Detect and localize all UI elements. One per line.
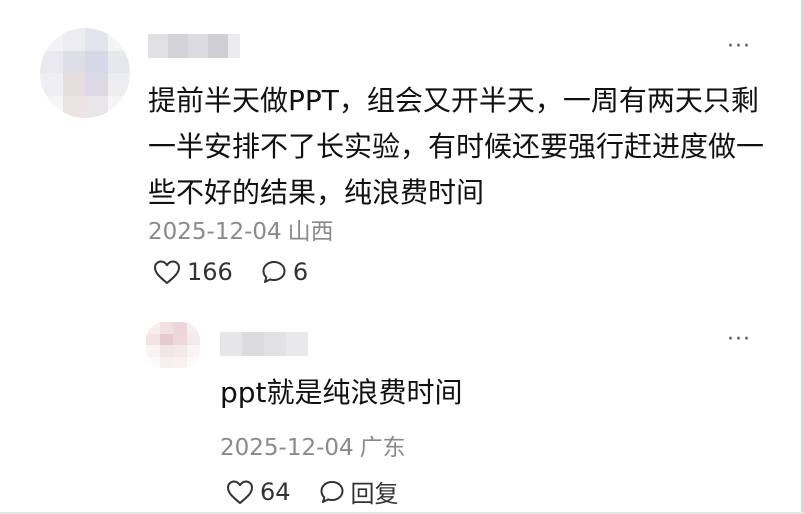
heart-outline-icon <box>227 480 253 504</box>
reply-actions: 64 回复 <box>226 474 399 509</box>
comment-meta: 2025-12-04 山西 <box>148 212 334 246</box>
comment-button[interactable]: 6 <box>261 258 308 286</box>
more-options-icon[interactable]: ··· <box>727 36 751 58</box>
comment-thread: ··· 提前半天做PPT，组会又开半天，一周有两天只剩一半安排不了长实验，有时候… <box>0 0 804 514</box>
comment-actions: 166 6 <box>153 258 308 286</box>
reply-date: 2025-12-04 <box>220 435 354 461</box>
reply-location: 广东 <box>359 435 406 461</box>
reply-like-button[interactable]: 64 <box>226 478 291 506</box>
reply-button-label: 回复 <box>350 480 399 508</box>
comment-text: 提前半天做PPT，组会又开半天，一周有两天只剩一半安排不了长实验，有时候还要强行… <box>148 84 765 209</box>
reply-meta: 2025-12-04 广东 <box>220 428 406 462</box>
reply-avatar[interactable] <box>146 322 200 368</box>
comment-location: 山西 <box>287 219 334 245</box>
speech-bubble-icon <box>262 261 286 283</box>
reply-more-options-icon[interactable]: ··· <box>727 329 751 351</box>
reply-like-count: 64 <box>260 477 291 506</box>
comment-date: 2025-12-04 <box>148 219 282 245</box>
reply-count: 6 <box>292 258 309 286</box>
avatar[interactable] <box>40 28 130 118</box>
username-blurred[interactable] <box>148 34 240 58</box>
reply-text: ppt就是纯浪费时间 <box>220 376 463 409</box>
like-count: 166 <box>187 258 233 286</box>
reply-button[interactable]: 回复 <box>319 474 399 509</box>
like-button[interactable]: 166 <box>153 258 233 286</box>
speech-bubble-icon <box>320 480 344 503</box>
reply-username-blurred[interactable] <box>220 332 308 356</box>
heart-outline-icon <box>154 260 180 284</box>
